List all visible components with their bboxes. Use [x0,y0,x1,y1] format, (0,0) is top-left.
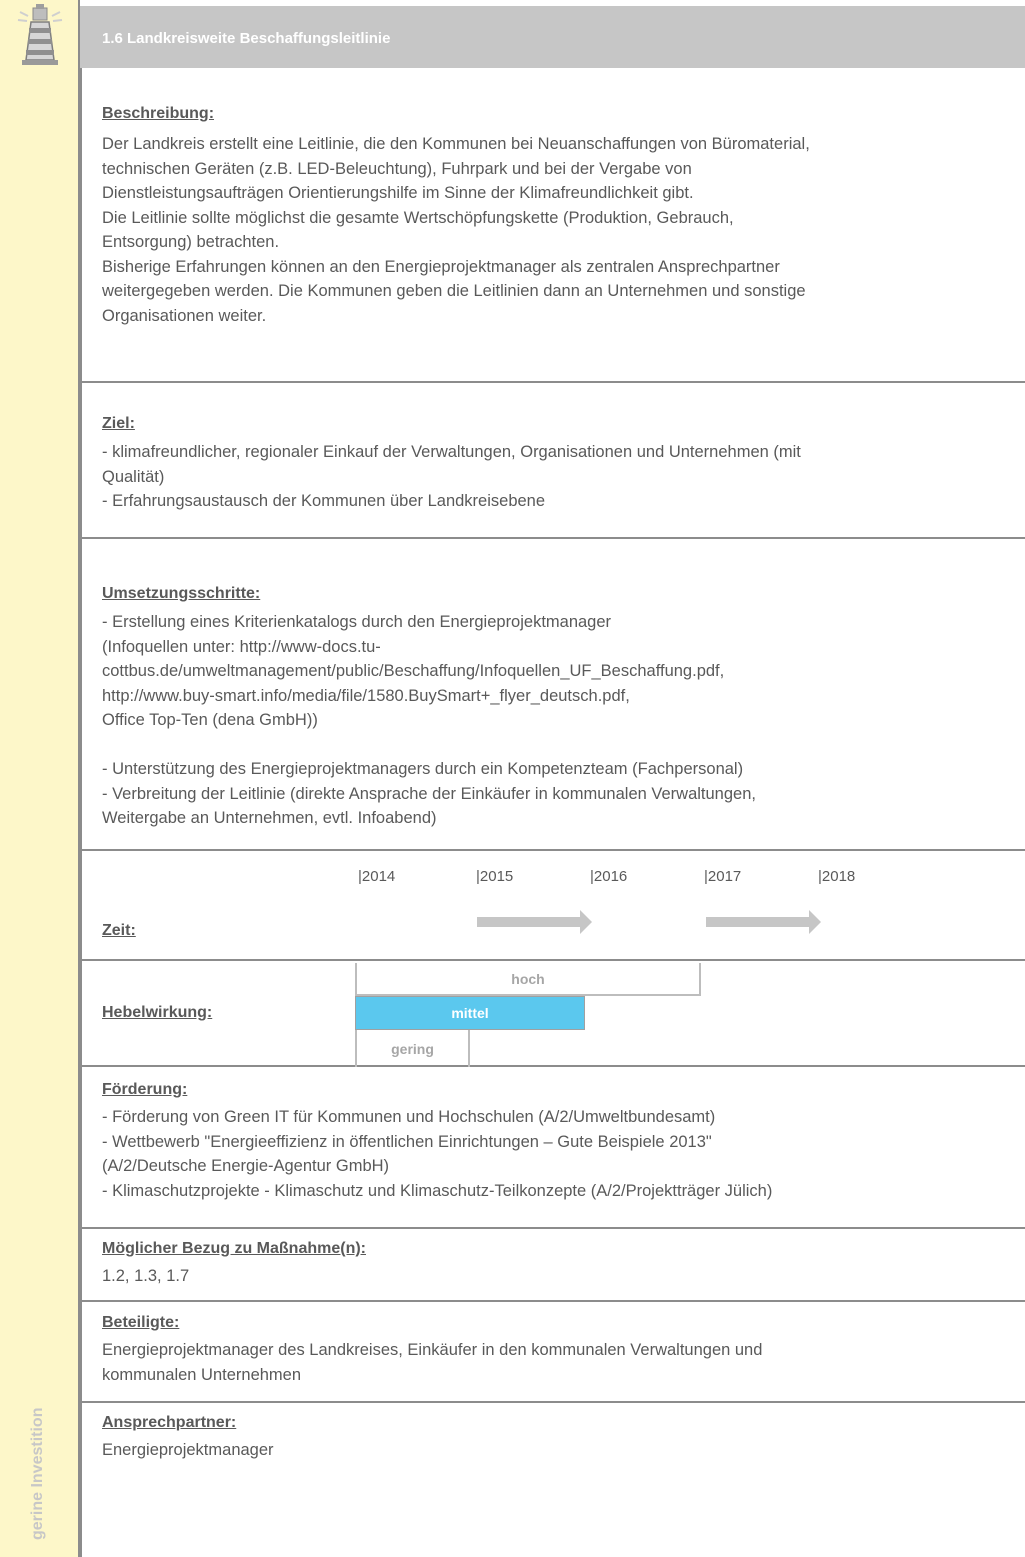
beteiligte-heading: Beteiligte: [102,1314,180,1331]
zeit-heading: Zeit: [102,922,136,939]
sidebar: gerine Investition [0,0,80,1557]
header-bar: 1.6 Landkreisweite Beschaffungsleitlinie [80,6,1025,68]
text-line: Office Top-Ten (dena GmbH)) [102,711,318,729]
text-line: Energieprojektmanager des Landkreises, E… [102,1341,763,1359]
text-line: Die Leitlinie sollte möglichst die gesam… [102,208,734,227]
section-bezug: Möglicher Bezug zu Maßnahme(n): 1.2, 1.3… [82,1229,1025,1302]
bezug-heading: Möglicher Bezug zu Maßnahme(n): [102,1240,366,1257]
timeline-arrow-head-1 [580,910,592,934]
year-label-2017: |2017 [704,868,742,885]
hebelwirkung-heading: Hebelwirkung: [102,1004,213,1021]
year-label-2018: |2018 [818,868,856,885]
beschreibung-heading: Beschreibung: [102,105,215,122]
text-line: - Erfahrungsaustausch der Kommunen über … [102,492,546,510]
text-line: Dienstleistungsaufträgen Orientierungshi… [102,184,694,202]
text-line: - Wettbewerb "Energieeffizienz in öffent… [102,1132,712,1151]
lever-label-gering: gering [391,1040,434,1057]
text-line: http://www.buy-smart.info/media/file/158… [102,686,630,705]
umsetzung-heading: Umsetzungsschritte: [102,585,261,602]
foerderung-heading: Förderung: [102,1081,188,1098]
lever-level-hoch: hoch [355,963,701,996]
document-page: gerine Investition 1.6 Landkreisweite Be… [0,0,1025,1557]
lever-label-hoch: hoch [511,970,545,987]
text-line: - klimafreundlicher, regionaler Einkauf … [102,443,801,461]
year-label-2014: |2014 [358,868,396,885]
lever-label-mittel: mittel [451,1005,489,1021]
text-line: Energieprojektmanager [102,1441,274,1459]
section-beteiligte: Beteiligte: Energieprojektmanager des La… [82,1302,1025,1403]
text-line: 1.2, 1.3, 1.7 [102,1267,190,1285]
text-line: Bisherige Erfahrungen können an den Ener… [102,257,780,276]
text-line: kommunalen Unternehmen [102,1365,302,1384]
text-line: (Infoquellen unter: http://www-docs.tu- [102,637,381,656]
page-title: 1.6 Landkreisweite Beschaffungsleitlinie [102,30,391,47]
lever-level-gering: gering [355,1030,470,1067]
text-line: - Erstellung eines Kriterienkatalogs dur… [102,613,612,631]
text-line: Qualität) [102,467,165,486]
text-line: Weitergabe an Unternehmen, evtl. Infoabe… [102,809,437,827]
text-line: (A/2/Deutsche Energie-Agentur GmbH) [102,1157,390,1175]
bezug-text: 1.2, 1.3, 1.7 [102,1264,1022,1289]
text-line: - Klimaschutzprojekte - Klimaschutz und … [102,1181,773,1200]
text-line: - Verbreitung der Leitlinie (direkte Ans… [102,784,756,803]
beschreibung-text: Der Landkreis erstellt eine Leitlinie, d… [102,132,1022,328]
ziel-text: - klimafreundlicher, regionaler Einkauf … [102,440,1022,514]
text-line: weitergegeben werden. Die Kommunen geben… [102,282,806,300]
section-ziel: Ziel: - klimafreundlicher, regionaler Ei… [82,383,1025,539]
text-line: Organisationen weiter. [102,306,267,325]
lighthouse-icon [14,2,66,68]
section-zeit: Zeit: [82,851,1025,961]
umsetzung-text: - Erstellung eines Kriterienkatalogs dur… [102,610,1022,831]
foerderung-text: - Förderung von Green IT für Kommunen un… [102,1105,1022,1203]
text-line: cottbus.de/umweltmanagement/public/Besch… [102,662,725,680]
timeline-arrow-head-2 [809,910,821,934]
section-beschreibung: Beschreibung: Der Landkreis erstellt ein… [82,68,1025,383]
text-line: technischen Geräten (z.B. LED-Beleuchtun… [102,159,692,178]
beteiligte-text: Energieprojektmanager des Landkreises, E… [102,1338,1022,1387]
ansprechpartner-text: Energieprojektmanager [102,1438,1022,1463]
timeline-arrow-shaft-1 [477,917,581,927]
content-area: Beschreibung: Der Landkreis erstellt ein… [80,68,1025,1557]
lever-level-mittel-selected: mittel [355,996,585,1030]
text-line: Der Landkreis erstellt eine Leitlinie, d… [102,135,810,153]
text-line: - Förderung von Green IT für Kommunen un… [102,1108,716,1126]
text-line: Entsorgung) betrachten. [102,233,280,251]
sidebar-vertical-label: gerine Investition [29,1407,46,1540]
section-foerderung: Förderung: - Förderung von Green IT für … [82,1067,1025,1229]
text-line: - Unterstützung des Energieprojektmanage… [102,760,744,778]
ansprechpartner-heading: Ansprechpartner: [102,1414,237,1431]
section-umsetzung: Umsetzungsschritte: - Erstellung eines K… [82,539,1025,851]
timeline-arrow-shaft-2 [706,917,810,927]
year-label-2015: |2015 [476,868,514,885]
year-label-2016: |2016 [590,868,628,885]
ziel-heading: Ziel: [102,415,135,432]
